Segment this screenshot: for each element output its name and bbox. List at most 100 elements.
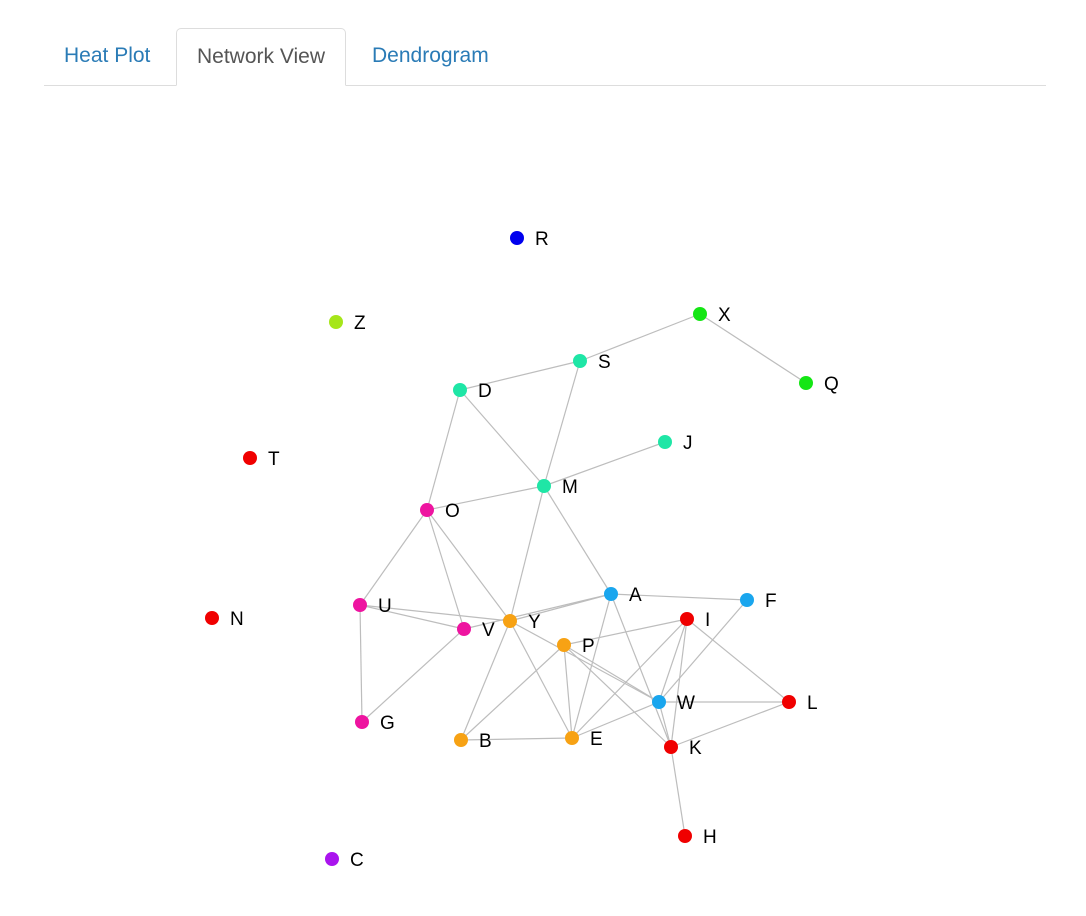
edge-p-k <box>563 644 672 748</box>
node-circle[interactable] <box>604 587 618 601</box>
node-e[interactable]: E <box>565 729 603 750</box>
node-s[interactable]: S <box>573 352 611 373</box>
node-circle[interactable] <box>329 315 343 329</box>
node-f[interactable]: F <box>740 591 777 612</box>
node-r[interactable]: R <box>510 229 549 250</box>
node-circle[interactable] <box>205 611 219 625</box>
edge-p-w <box>563 644 660 703</box>
network-nodes: R Z X Q S D J M T O N U V G Y P B E A F W I L K H C <box>205 229 839 871</box>
node-label: R <box>535 229 549 250</box>
node-v[interactable]: V <box>457 620 495 641</box>
node-label: M <box>562 477 578 498</box>
node-p[interactable]: P <box>557 636 595 657</box>
node-circle[interactable] <box>565 731 579 745</box>
node-w[interactable]: W <box>652 693 695 714</box>
node-circle[interactable] <box>782 695 796 709</box>
node-label: T <box>268 449 280 470</box>
node-circle[interactable] <box>680 612 694 626</box>
node-circle[interactable] <box>457 622 471 636</box>
network-edges <box>359 313 807 837</box>
node-d[interactable]: D <box>453 381 492 402</box>
node-label: J <box>683 433 693 454</box>
node-circle[interactable] <box>573 354 587 368</box>
node-label: G <box>380 713 395 734</box>
node-label: B <box>479 731 492 752</box>
node-b[interactable]: B <box>454 731 492 752</box>
node-t[interactable]: T <box>243 449 280 470</box>
edge-m-y <box>509 485 545 622</box>
node-circle[interactable] <box>664 740 678 754</box>
node-circle[interactable] <box>503 614 517 628</box>
node-label: A <box>629 585 642 606</box>
edge-e-w <box>571 701 660 739</box>
edge-o-y <box>426 509 511 622</box>
node-circle[interactable] <box>355 715 369 729</box>
edge-i-w <box>658 618 688 703</box>
network-graph: R Z X Q S D J M T O N U V G Y P B E A F W I L K H C <box>205 229 839 871</box>
node-o[interactable]: O <box>420 501 460 522</box>
node-j[interactable]: J <box>658 433 693 454</box>
edge-a-k <box>610 593 672 748</box>
node-circle[interactable] <box>693 307 707 321</box>
edge-v-g <box>361 628 465 723</box>
node-label: S <box>598 352 611 373</box>
node-circle[interactable] <box>325 852 339 866</box>
node-label: Z <box>354 313 366 334</box>
node-label: L <box>807 693 818 714</box>
edge-u-g <box>359 604 363 723</box>
edge-a-e <box>571 593 612 739</box>
node-label: K <box>689 738 702 759</box>
edge-o-u <box>359 509 428 606</box>
edge-o-v <box>426 509 465 630</box>
edge-f-w <box>658 599 748 703</box>
node-label: P <box>582 636 595 657</box>
node-label: D <box>478 381 492 402</box>
edge-y-a <box>509 593 612 622</box>
node-circle[interactable] <box>453 383 467 397</box>
node-x[interactable]: X <box>693 305 731 326</box>
node-circle[interactable] <box>652 695 666 709</box>
node-m[interactable]: M <box>537 477 578 498</box>
node-circle[interactable] <box>243 451 257 465</box>
node-n[interactable]: N <box>205 609 244 630</box>
node-label: H <box>703 827 717 848</box>
node-circle[interactable] <box>420 503 434 517</box>
edge-x-q <box>699 313 807 384</box>
node-label: U <box>378 596 392 617</box>
node-circle[interactable] <box>740 593 754 607</box>
edge-d-m <box>459 389 545 487</box>
edge-b-e <box>460 737 573 741</box>
node-label: W <box>677 693 695 714</box>
node-label: C <box>350 850 364 871</box>
node-circle[interactable] <box>557 638 571 652</box>
node-label: Y <box>528 612 541 633</box>
edge-i-k <box>670 618 688 748</box>
node-k[interactable]: K <box>664 738 702 759</box>
node-q[interactable]: Q <box>799 374 839 395</box>
node-z[interactable]: Z <box>329 313 366 334</box>
node-circle[interactable] <box>537 479 551 493</box>
node-l[interactable]: L <box>782 693 818 714</box>
node-circle[interactable] <box>799 376 813 390</box>
node-label: Q <box>824 374 839 395</box>
edge-u-v <box>359 604 465 630</box>
node-circle[interactable] <box>658 435 672 449</box>
node-g[interactable]: G <box>355 713 395 734</box>
node-circle[interactable] <box>510 231 524 245</box>
edge-m-a <box>543 485 612 595</box>
node-circle[interactable] <box>678 829 692 843</box>
node-label: O <box>445 501 460 522</box>
node-circle[interactable] <box>353 598 367 612</box>
node-h[interactable]: H <box>678 827 717 848</box>
node-label: X <box>718 305 731 326</box>
node-label: I <box>705 610 710 631</box>
node-label: V <box>482 620 495 641</box>
edge-s-m <box>543 360 581 487</box>
node-c[interactable]: C <box>325 850 364 871</box>
node-label: F <box>765 591 777 612</box>
edge-d-o <box>426 389 461 511</box>
node-a[interactable]: A <box>604 585 642 606</box>
edge-i-l <box>686 618 790 703</box>
node-label: N <box>230 609 244 630</box>
node-circle[interactable] <box>454 733 468 747</box>
